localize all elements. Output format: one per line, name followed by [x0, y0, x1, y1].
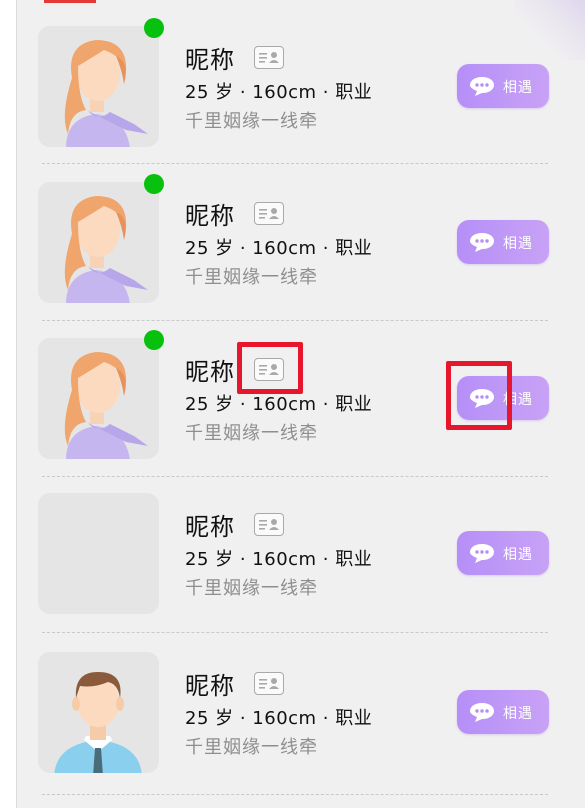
- nickname: 昵称: [185, 358, 235, 386]
- online-status-dot: [144, 174, 164, 194]
- meet-button[interactable]: 相遇: [457, 64, 549, 108]
- id-card-icon[interactable]: [254, 672, 284, 695]
- male-avatar-icon: [38, 652, 159, 773]
- nickname: 昵称: [185, 672, 235, 700]
- nickname: 昵称: [185, 513, 235, 541]
- top-tab-indicator: [44, 0, 96, 3]
- female-avatar-icon: [38, 26, 159, 147]
- profile-motto: 千里姻缘一线牵: [185, 111, 318, 132]
- profile-meta: 25 岁 · 160cm · 职业: [185, 708, 373, 729]
- meet-button-label: 相遇: [503, 706, 533, 722]
- meet-button-label: 相遇: [503, 80, 533, 96]
- divider: [42, 794, 548, 795]
- avatar[interactable]: [38, 652, 159, 773]
- divider: [42, 476, 548, 477]
- chat-bubble-icon: [470, 233, 494, 252]
- avatar[interactable]: [38, 26, 159, 147]
- meet-button[interactable]: 相遇: [457, 531, 549, 575]
- nickname: 昵称: [185, 46, 235, 74]
- profile-motto: 千里姻缘一线牵: [185, 423, 318, 444]
- online-status-dot: [144, 18, 164, 38]
- avatar[interactable]: [38, 182, 159, 303]
- female-avatar-icon: [38, 182, 159, 303]
- profile-meta: 25 岁 · 160cm · 职业: [185, 549, 373, 570]
- id-card-highlight-box: [237, 342, 303, 394]
- list-item[interactable]: 昵称 25 岁 · 160cm · 职业 千里姻缘一线牵 相遇: [0, 493, 585, 633]
- divider: [42, 632, 548, 633]
- chat-bubble-icon: [470, 544, 494, 563]
- list-item[interactable]: 昵称 25 岁 · 160cm · 职业 千里姻缘一线牵 相遇: [0, 18, 585, 166]
- meet-button-label: 相遇: [503, 547, 533, 563]
- divider: [42, 163, 548, 164]
- online-status-dot: [144, 330, 164, 350]
- meet-button[interactable]: 相遇: [457, 690, 549, 734]
- meet-button[interactable]: 相遇: [457, 220, 549, 264]
- id-card-icon[interactable]: [254, 202, 284, 225]
- profile-motto: 千里姻缘一线牵: [185, 578, 318, 599]
- id-card-icon[interactable]: [254, 513, 284, 536]
- chat-bubble-icon: [470, 703, 494, 722]
- list-item[interactable]: 昵称 25 岁 · 160cm · 职业 千里姻缘一线牵 相遇: [0, 652, 585, 792]
- chat-bubble-icon: [470, 77, 494, 96]
- avatar-placeholder[interactable]: [38, 493, 159, 614]
- id-card-icon[interactable]: [254, 46, 284, 69]
- profile-motto: 千里姻缘一线牵: [185, 737, 318, 758]
- divider: [42, 320, 548, 321]
- chat-icon-highlight-box: [446, 361, 512, 430]
- profile-meta: 25 岁 · 160cm · 职业: [185, 238, 373, 259]
- female-avatar-icon: [38, 338, 159, 459]
- list-item[interactable]: 昵称 25 岁 · 160cm · 职业 千里姻缘一线牵 相遇: [0, 174, 585, 322]
- profile-motto: 千里姻缘一线牵: [185, 267, 318, 288]
- profile-meta: 25 岁 · 160cm · 职业: [185, 82, 373, 103]
- avatar[interactable]: [38, 338, 159, 459]
- nickname: 昵称: [185, 202, 235, 230]
- meet-button-label: 相遇: [503, 236, 533, 252]
